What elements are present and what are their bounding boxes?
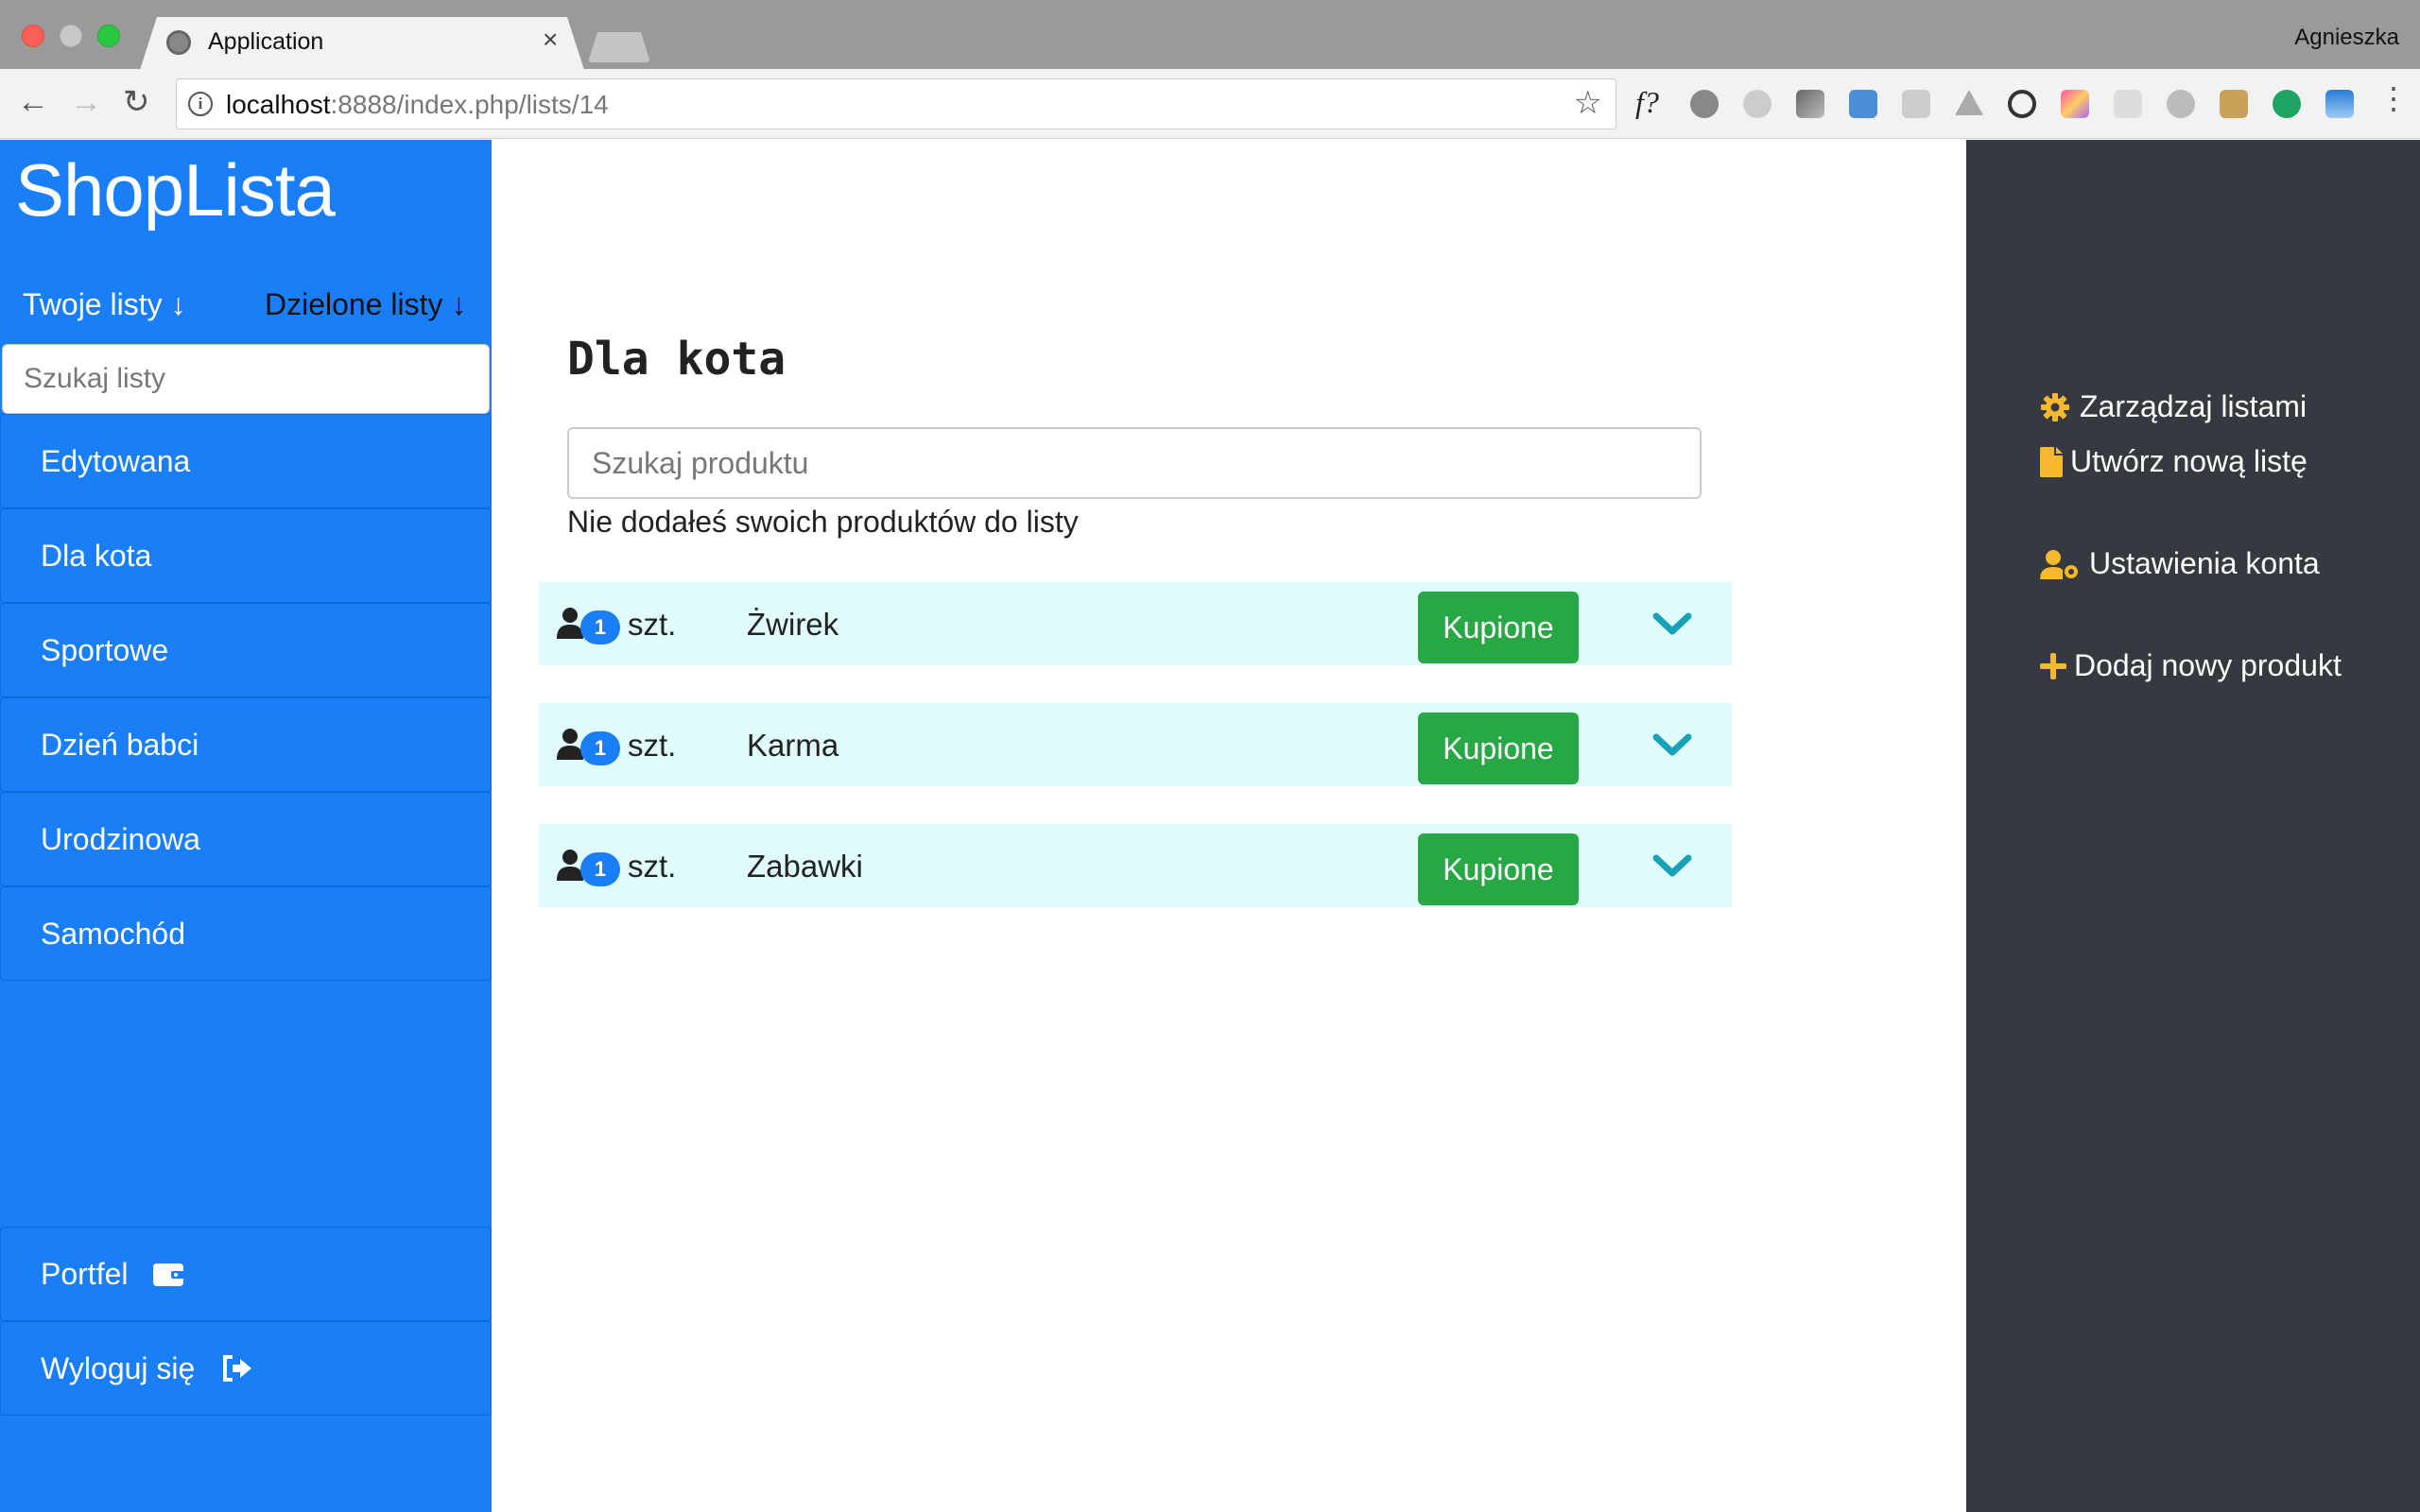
manage-lists-label: Zarządzaj listami [2080,389,2308,423]
add-product-label: Dodaj nowy produkt [2074,648,2342,682]
wallet-button[interactable]: Portfel [0,1227,492,1321]
settings-extension-icon[interactable] [1743,90,1772,118]
browser-menu-icon[interactable]: ⋮ [2378,83,2409,113]
back-arrow-icon[interactable]: ← [17,86,49,118]
site-info-icon[interactable]: i [188,92,213,116]
quantity-badge: 1 [580,731,620,765]
formula-extension-icon[interactable]: f? [1635,85,1659,120]
browser-tab-active[interactable] [140,17,584,70]
lists-menu: Edytowana Dla kota Sportowe Dzień babci … [0,414,492,981]
chevron-down-icon[interactable] [1652,609,1692,639]
new-list-link[interactable]: Utwórz nową listę [2040,444,2308,479]
url-path: :8888/index.php/lists/14 [330,90,609,119]
empty-list-message: Nie dodałeś swoich produktów do listy [567,505,1079,539]
dropbox-extension-icon[interactable] [1902,90,1930,118]
tab-shared-lists-label: Dzielone listy [265,287,443,321]
actions-panel: Zarządzaj listami Utwórz nową listę Usta… [1966,140,2420,1512]
reload-icon[interactable]: ↻ [123,86,150,118]
file-icon [2040,446,2063,477]
tab-own-lists[interactable]: Twoje listy ↓ [23,287,185,322]
sidebar-footer: Portfel Wyloguj się [0,1227,492,1416]
tab-title: Application [208,28,324,55]
new-tab-button[interactable] [588,32,650,62]
chevron-down-icon[interactable] [1652,730,1692,760]
window-close-button[interactable] [22,25,44,47]
screen-extension-icon[interactable] [2325,90,2354,118]
product-name: Zabawki [747,849,863,884]
sidebar-item-list[interactable]: Edytowana [0,414,492,508]
tab-close-icon[interactable]: × [543,26,558,53]
wallet-label: Portfel [41,1256,129,1291]
plus-icon [2040,652,2066,679]
arrow-down-icon: ↓ [451,287,467,321]
logout-label: Wyloguj się [41,1350,196,1385]
product-row: 1 szt. Zabawki Kupione [539,824,1732,907]
list-search-input[interactable] [2,344,490,414]
color-extension-icon[interactable] [2061,90,2089,118]
page-title: Dla kota [567,333,786,386]
quantity-badge: 1 [580,852,620,886]
tab-own-lists-label: Twoje listy [23,287,163,321]
window-minimize-button[interactable] [60,25,82,47]
wallet-icon [153,1263,185,1286]
translate-extension-icon[interactable] [1849,90,1877,118]
add-product-link[interactable]: Dodaj nowy produkt [2040,648,2342,683]
account-settings-link[interactable]: Ustawienia konta [2040,546,2320,581]
grid-extension-icon[interactable] [2114,90,2142,118]
bought-button[interactable]: Kupione [1418,592,1579,663]
sync-extension-icon[interactable] [2008,90,2036,118]
brand-logo[interactable]: ShopLista [15,147,336,233]
ruler-extension-icon[interactable] [2220,90,2248,118]
logout-button[interactable]: Wyloguj się [0,1321,492,1416]
new-list-label: Utwórz nową listę [2070,444,2308,478]
sidebar-item-list[interactable]: Sportowe [0,603,492,697]
product-row: 1 szt. Żwirek Kupione [539,582,1732,665]
manage-lists-link[interactable]: Zarządzaj listami [2040,389,2307,424]
product-name: Karma [747,728,839,763]
sidebar-item-list[interactable]: Dzień babci [0,697,492,792]
product-search-input[interactable] [567,427,1702,499]
sidebar-item-list[interactable]: Urodzinowa [0,792,492,886]
unit-label: szt. [628,607,677,642]
url-text[interactable]: localhost:8888/index.php/lists/14 [226,90,609,120]
cloud-extension-icon[interactable] [2167,90,2195,118]
tab-favicon-icon [166,30,191,55]
tab-shared-lists[interactable]: Dzielone listy ↓ [265,287,466,322]
sidebar-item-list[interactable]: Samochód [0,886,492,981]
user-cog-icon [2040,549,2078,579]
sign-out-icon [223,1355,252,1382]
address-bar[interactable]: i localhost:8888/index.php/lists/14 ☆ [176,78,1616,129]
browser-profile-name[interactable]: Agnieszka [2294,25,2399,51]
bought-button[interactable]: Kupione [1418,713,1579,784]
sidebar-item-list[interactable]: Dla kota [0,508,492,603]
gear-extension-icon[interactable] [1690,90,1719,118]
product-name: Żwirek [747,607,839,642]
account-settings-label: Ustawienia konta [2089,546,2320,580]
unit-label: szt. [628,728,677,763]
arrow-down-icon: ↓ [170,287,186,321]
sidebar: ShopLista Twoje listy ↓ Dzielone listy ↓… [0,140,492,1512]
gear-icon [2041,392,2069,421]
unit-label: szt. [628,849,677,884]
quantity-badge: 1 [580,610,620,644]
bought-button[interactable]: Kupione [1418,833,1579,905]
bookmark-star-icon[interactable]: ☆ [1574,87,1602,119]
url-host: localhost [226,90,331,119]
window-maximize-button[interactable] [97,25,120,47]
browser-toolbar: ← → ↻ i localhost:8888/index.php/lists/1… [0,69,2420,139]
chat-extension-icon[interactable] [2273,90,2301,118]
main-content: Dla kota Nie dodałeś swoich produktów do… [492,140,1966,1512]
forward-arrow-icon[interactable]: → [70,86,102,118]
chevron-down-icon[interactable] [1652,850,1692,881]
product-row: 1 szt. Karma Kupione [539,703,1732,786]
eyedropper-extension-icon[interactable] [1796,90,1824,118]
